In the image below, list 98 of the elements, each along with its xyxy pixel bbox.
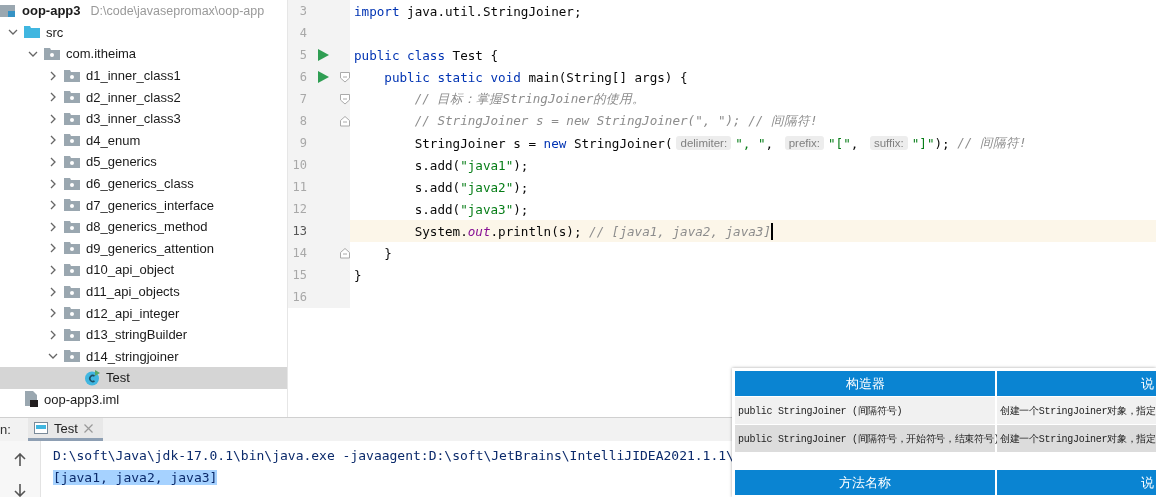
run-icon[interactable] (318, 49, 329, 61)
tree-item[interactable]: d6_generics_class (0, 172, 287, 195)
console-line: D:\soft\Java\jdk-17.0.1\bin\java.exe -javaagent:D:\soft\JetBrains\IntelliJIDEA2021.1.1\ (53, 447, 734, 463)
up-arrow-icon[interactable] (13, 453, 27, 467)
folder-icon (64, 219, 80, 234)
tree-item[interactable]: d11_api_objects (0, 280, 287, 303)
code-line: } (353, 266, 363, 285)
line-number: 10 (291, 158, 307, 172)
line-number: 3 (298, 4, 307, 18)
class-icon (84, 369, 100, 386)
tree-item[interactable]: d14_stringjoiner (0, 345, 287, 368)
tree-item[interactable]: d13_stringBuilder (0, 323, 287, 346)
table-header-cell: 方法名称 (735, 470, 995, 495)
folder-icon (64, 241, 80, 256)
folder-icon (64, 284, 80, 299)
tree-item[interactable]: d7_generics_interface (0, 194, 287, 216)
table-header-cell: 说 (997, 470, 1156, 495)
panel-label: n: (0, 421, 12, 439)
module-folder-icon (0, 3, 16, 18)
tree-item[interactable]: d4_enum (0, 129, 287, 152)
folder-icon (64, 349, 80, 364)
fold-icon[interactable] (340, 247, 350, 259)
line-number: 4 (298, 26, 307, 40)
code-line: } (383, 244, 393, 263)
folder-icon (64, 68, 80, 83)
table-header-cell: 构造器 (735, 371, 995, 396)
chevron-right-icon (48, 70, 58, 81)
table-cell: public StringJoiner (间隔符号) (735, 397, 995, 424)
code-line: s.add("java2"); (413, 178, 530, 197)
line-number: 13 (291, 224, 307, 238)
chevron-right-icon (48, 264, 58, 275)
fold-icon[interactable] (340, 115, 350, 127)
file-icon (24, 391, 38, 408)
tree-item[interactable]: d3_inner_class3 (0, 107, 287, 130)
folder-icon (64, 306, 80, 321)
code-line: public class Test { (353, 46, 500, 65)
code-line: import java.util.StringJoiner; (353, 2, 583, 21)
chevron-right-icon (48, 243, 58, 254)
down-arrow-icon[interactable] (13, 483, 27, 497)
folder-icon (64, 327, 80, 342)
tree-item[interactable]: d10_api_object (0, 259, 287, 281)
tree-item[interactable]: d2_inner_class2 (0, 86, 287, 108)
tree-item[interactable]: src (0, 21, 287, 44)
folder-icon (64, 90, 80, 105)
folder-icon (64, 133, 80, 148)
chevron-right-icon (48, 308, 58, 319)
run-tab[interactable]: Test (28, 418, 103, 441)
line-number: 12 (291, 202, 307, 216)
code-line: // 目标：掌握StringJoiner的使用。 (413, 89, 647, 108)
tree-item[interactable]: d9_generics_attention (0, 237, 287, 260)
code-line: public static void main(String[] args) { (383, 68, 689, 87)
tree-item[interactable]: d5_generics (0, 151, 287, 173)
chevron-right-icon (48, 156, 58, 167)
line-number: 8 (298, 114, 307, 128)
line-number: 14 (291, 246, 307, 260)
line-number: 11 (291, 180, 307, 194)
chevron-down-icon (28, 49, 38, 59)
chevron-right-icon (48, 200, 58, 211)
tree-item[interactable]: d12_api_integer (0, 302, 287, 324)
tree-item[interactable]: com.itheima (0, 43, 287, 65)
chevron-right-icon (48, 221, 58, 232)
chevron-right-icon (48, 329, 58, 340)
project-path: D:\code\javasepromax\oop-app (90, 3, 265, 18)
code-line: StringJoiner s = new StringJoiner( delimiter: ", ", prefix: "[", suffix: "]"); // 间隔符! (413, 133, 1028, 153)
line-number: 7 (298, 92, 307, 106)
line-number: 5 (298, 48, 307, 62)
fold-icon[interactable] (340, 71, 350, 83)
code-line: s.add("java1"); (413, 156, 530, 175)
folder-icon (64, 198, 80, 213)
chevron-right-icon (48, 113, 58, 124)
code-line: // StringJoiner s = new StringJoiner(", "); // 间隔符! (413, 111, 819, 130)
tree-item[interactable]: d8_generics_method (0, 215, 287, 238)
line-number: 16 (291, 290, 307, 304)
line-number: 6 (298, 70, 307, 84)
run-icon[interactable] (318, 71, 329, 83)
tree-item[interactable]: oop-app3.iml (0, 388, 287, 411)
table-cell: 创建一个StringJoiner对象，指定 (997, 397, 1156, 424)
console-icon (34, 422, 48, 434)
line-number: 15 (291, 268, 307, 282)
tree-item[interactable]: oop-app3 D:\code\javasepromax\oop-app (0, 0, 287, 22)
line-number: 9 (298, 136, 307, 150)
folder-icon (64, 262, 80, 277)
code-line: s.add("java3"); (413, 200, 530, 219)
folder-icon (24, 25, 40, 40)
fold-icon[interactable] (340, 93, 350, 105)
chevron-right-icon (48, 92, 58, 103)
chevron-right-icon (48, 135, 58, 146)
folder-icon (64, 111, 80, 126)
table-cell: 创建一个StringJoiner对象，指定 (997, 425, 1156, 452)
folder-icon (64, 154, 80, 169)
table-header-cell: 说 (997, 371, 1156, 396)
chevron-right-icon (48, 286, 58, 297)
close-icon[interactable] (83, 423, 93, 433)
folder-icon (44, 47, 60, 61)
tree-item[interactable]: Test (0, 367, 287, 389)
tree-item[interactable]: d1_inner_class1 (0, 64, 287, 87)
chevron-right-icon (48, 178, 58, 189)
folder-icon (64, 176, 80, 191)
